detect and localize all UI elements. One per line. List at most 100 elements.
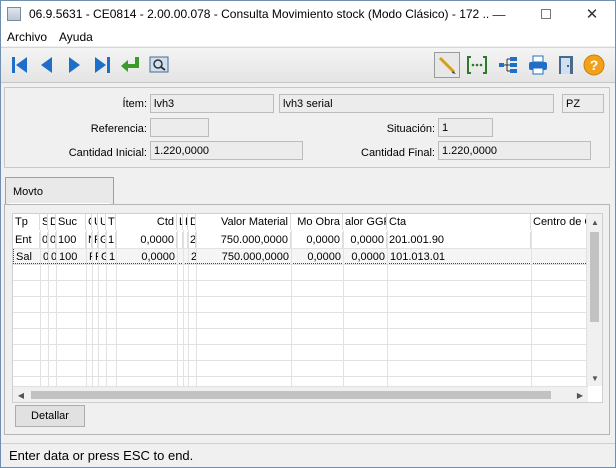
grid-row-line: [13, 360, 588, 361]
movements-grid[interactable]: TpSDSucCUUTiCtdLRDValor MaterialMo Obraa…: [12, 213, 603, 403]
unit-field[interactable]: PZ: [562, 94, 604, 113]
grid-column-line: [40, 230, 41, 386]
grid-header-cell[interactable]: Suc: [56, 214, 86, 230]
grid-cell: 750.000,0000: [197, 249, 292, 265]
menu-archivo[interactable]: Archivo: [1, 30, 53, 44]
print-icon[interactable]: [525, 52, 551, 78]
table-row[interactable]: Ent00100NFG10,00002750.000,00000,00000,0…: [13, 232, 591, 248]
tab-movto[interactable]: Movto: [5, 177, 114, 205]
initial-quantity-label: Cantidad Inicial:: [68, 147, 147, 159]
exit-door-icon[interactable]: [553, 52, 579, 78]
header-panel: Ítem: lvh3 lvh3 serial PZ Referencia: Si…: [4, 87, 610, 168]
grid-header-cell[interactable]: U: [98, 214, 106, 230]
title-bar: 06.9.5631 - CE0814 - 2.00.00.078 - Consu…: [1, 1, 615, 27]
detail-button[interactable]: Detallar: [15, 405, 85, 427]
final-quantity-field[interactable]: 1.220,0000: [438, 141, 591, 160]
range-select-icon[interactable]: [464, 52, 490, 78]
item-description-field[interactable]: lvh3 serial: [279, 94, 554, 113]
prev-record-icon[interactable]: [34, 52, 60, 78]
grid-header-row: TpSDSucCUUTiCtdLRDValor MaterialMo Obraa…: [13, 214, 591, 230]
tree-view-icon[interactable]: [495, 52, 521, 78]
status-bar: Enter data or press ESC to end.: [1, 443, 615, 467]
grid-cell: 100: [56, 232, 86, 248]
reference-field[interactable]: [150, 118, 209, 137]
grid-cell: G: [98, 232, 106, 248]
grid-cell: [531, 232, 591, 248]
minimize-button[interactable]: —: [476, 1, 522, 27]
scroll-left-arrow-icon[interactable]: ◀: [13, 387, 29, 402]
grid-header-cell[interactable]: Valor Material: [196, 214, 291, 230]
grid-column-line: [92, 230, 93, 386]
grid-row-line: [13, 344, 588, 345]
grid-row-line: [13, 280, 588, 281]
grid-header-cell[interactable]: Centro de C: [531, 214, 591, 230]
horizontal-scroll-thumb[interactable]: [31, 391, 551, 399]
grid-column-line: [387, 230, 388, 386]
grid-header-cell[interactable]: D: [48, 214, 56, 230]
grid-header-cell[interactable]: alor GGF: [343, 214, 387, 230]
grid-column-line: [98, 230, 99, 386]
scroll-down-arrow-icon[interactable]: ▼: [587, 370, 602, 386]
grid-column-line: [188, 230, 189, 386]
initial-quantity-field[interactable]: 1.220,0000: [150, 141, 303, 160]
app-icon: [7, 7, 21, 21]
reference-label: Referencia:: [90, 123, 147, 135]
svg-text:?: ?: [590, 57, 599, 73]
grid-cell: 0: [50, 232, 56, 248]
help-icon[interactable]: ?: [581, 52, 607, 78]
final-quantity-label: Cantidad Final:: [361, 147, 435, 159]
movements-panel: TpSDSucCUUTiCtdLRDValor MaterialMo Obraa…: [4, 204, 610, 435]
grid-header-cell[interactable]: Ti: [106, 214, 116, 230]
grid-header-cell[interactable]: Mo Obra: [291, 214, 343, 230]
next-record-icon[interactable]: [61, 52, 87, 78]
situation-field[interactable]: 1: [438, 118, 493, 137]
grid-column-line: [196, 230, 197, 386]
horizontal-scrollbar[interactable]: ◀ ▶: [13, 386, 588, 402]
menu-ayuda[interactable]: Ayuda: [53, 30, 99, 44]
grid-cell: 1: [108, 232, 116, 248]
grid-column-line: [86, 230, 87, 386]
grid-column-line: [183, 230, 184, 386]
grid-cell: Sal: [14, 249, 41, 265]
item-code-field[interactable]: lvh3: [150, 94, 274, 113]
first-record-icon[interactable]: [7, 52, 33, 78]
grid-cell: 0: [42, 232, 48, 248]
grid-column-line: [56, 230, 57, 386]
grid-header-cell[interactable]: S: [40, 214, 48, 230]
grid-column-line: [106, 230, 107, 386]
grid-cell: 0,0000: [291, 232, 343, 248]
grid-row-line: [13, 328, 588, 329]
item-label: Ítem:: [122, 98, 147, 110]
grid-cell: 101.013.01: [388, 249, 532, 265]
grid-row-line: [13, 312, 588, 313]
last-record-icon[interactable]: [89, 52, 115, 78]
close-button[interactable]: ✕: [569, 1, 615, 27]
table-row-selected[interactable]: Sal00100PRG10,00002750.000,00000,00000,0…: [13, 248, 592, 265]
grid-header-cell[interactable]: D: [188, 214, 196, 230]
grid-column-line: [116, 230, 117, 386]
maximize-button[interactable]: [523, 1, 569, 27]
grid-header-cell[interactable]: Ctd: [116, 214, 177, 230]
vertical-scroll-thumb[interactable]: [590, 232, 599, 322]
grid-row-line: [13, 264, 588, 265]
grid-cell: 2: [190, 232, 196, 248]
grid-cell: Ent: [13, 232, 40, 248]
grid-cell: 0,0000: [343, 232, 387, 248]
grid-cell: 201.001.90: [387, 232, 531, 248]
menu-bar: Archivo Ayuda: [1, 27, 615, 46]
situation-label: Situación:: [386, 123, 435, 135]
application-window: 06.9.5631 - CE0814 - 2.00.00.078 - Consu…: [0, 0, 616, 468]
preview-icon[interactable]: [146, 52, 172, 78]
scroll-right-arrow-icon[interactable]: ▶: [572, 387, 588, 402]
grid-cell: 0,0000: [116, 232, 177, 248]
grid-row-line: [13, 376, 588, 377]
grid-cell: 100: [57, 249, 87, 265]
grid-cell: 750.000,0000: [196, 232, 291, 248]
scroll-up-arrow-icon[interactable]: ▲: [587, 214, 602, 230]
return-icon[interactable]: [118, 52, 144, 78]
edit-pencil-icon[interactable]: [434, 52, 460, 78]
vertical-scrollbar[interactable]: ▲ ▼: [586, 214, 602, 386]
grid-header-cell[interactable]: Cta: [387, 214, 531, 230]
grid-cell: 0,0000: [117, 249, 178, 265]
grid-header-cell[interactable]: Tp: [13, 214, 40, 230]
